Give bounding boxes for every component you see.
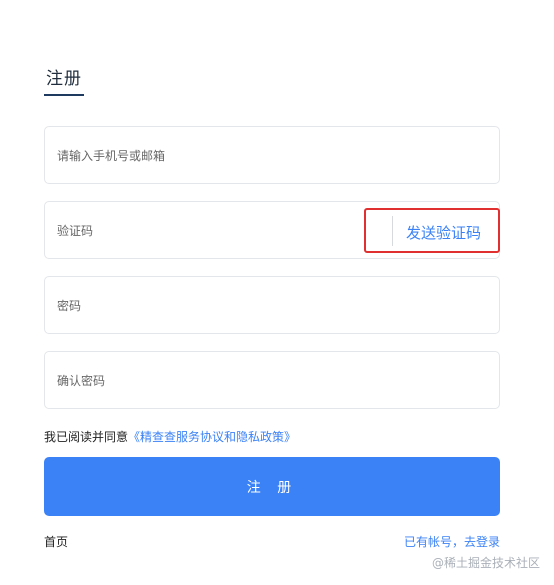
send-code-highlight: 发送验证码 — [364, 208, 500, 253]
watermark: @稀土掘金技术社区 — [431, 556, 540, 570]
page-title: 注册 — [46, 69, 82, 89]
agreement-link[interactable]: 《精查查服务协议和隐私政策》 — [128, 430, 296, 444]
password-input[interactable] — [55, 277, 359, 335]
title-underline — [44, 94, 84, 96]
register-button[interactable]: 注 册 — [44, 457, 500, 516]
confirm-password-field-container — [44, 351, 500, 410]
account-input[interactable] — [55, 127, 359, 185]
verification-code-input[interactable] — [55, 202, 339, 260]
account-field-container — [44, 126, 500, 185]
login-link[interactable]: 已有帐号，去登录 — [404, 533, 500, 550]
code-field-container: 发送验证码 — [44, 201, 500, 260]
agreement-prefix: 我已阅读并同意 — [44, 430, 129, 444]
send-code-divider — [392, 216, 393, 246]
password-field-container — [44, 276, 500, 335]
send-code-button[interactable]: 发送验证码 — [406, 222, 481, 243]
agreement-text: 我已阅读并同意《精查查服务协议和隐私政策》 — [44, 428, 296, 445]
confirm-password-input[interactable] — [55, 352, 359, 410]
home-link[interactable]: 首页 — [44, 533, 68, 550]
